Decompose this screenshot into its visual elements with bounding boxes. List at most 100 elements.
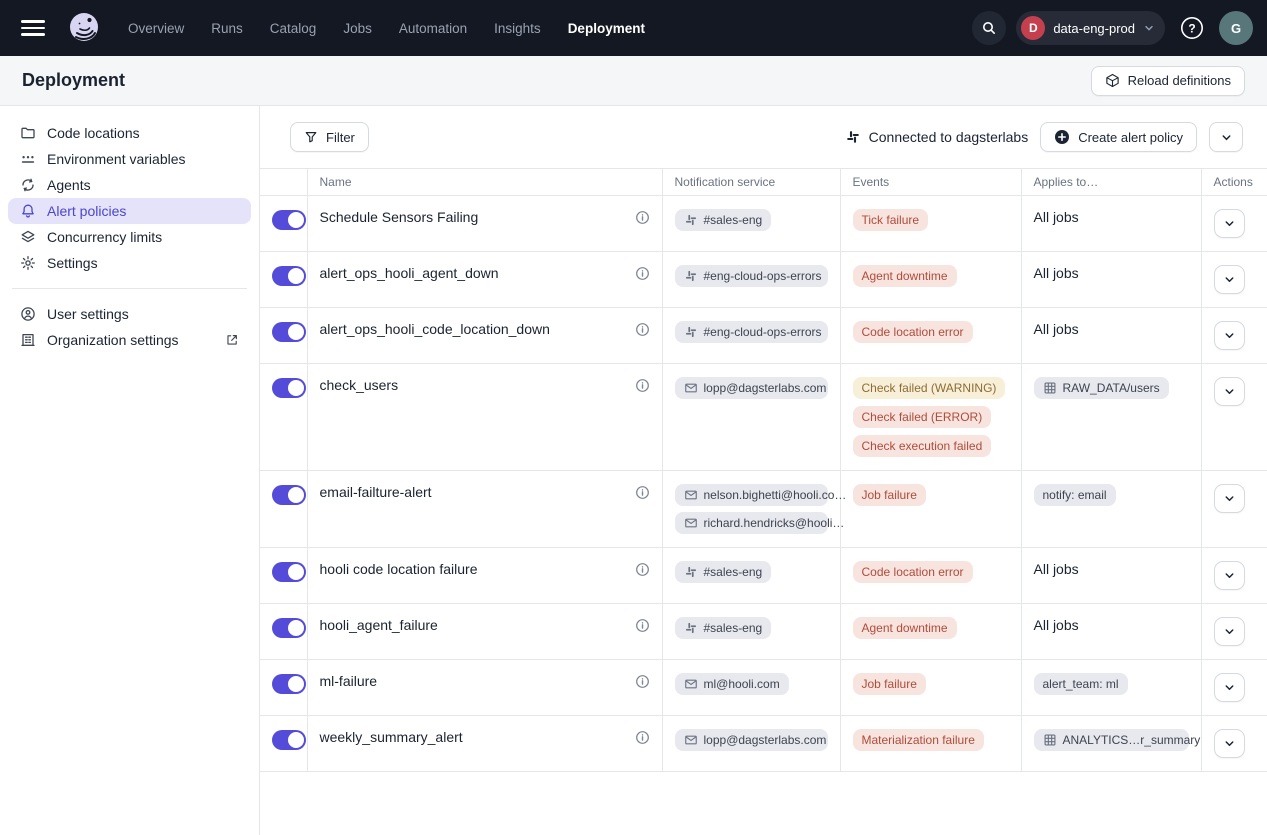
row-actions-button[interactable]: [1214, 209, 1245, 238]
policy-enabled-toggle[interactable]: [272, 674, 306, 694]
info-icon[interactable]: [635, 562, 650, 577]
help-button[interactable]: ?: [1175, 11, 1209, 45]
event-badge: Agent downtime: [853, 265, 957, 287]
nav-item-runs[interactable]: Runs: [211, 21, 243, 36]
sidebar-item-concurrency-limits[interactable]: Concurrency limits: [8, 224, 251, 250]
sidebar-item-label: Code locations: [47, 125, 140, 141]
deployment-name: data-eng-prod: [1053, 21, 1135, 36]
filter-button[interactable]: Filter: [290, 122, 369, 152]
row-actions-button[interactable]: [1214, 673, 1245, 702]
info-icon[interactable]: [635, 674, 650, 689]
policy-enabled-toggle[interactable]: [272, 322, 306, 342]
notification-label: richard.hendricks@hooli…: [704, 516, 845, 530]
user-icon: [20, 306, 36, 322]
nav-item-overview[interactable]: Overview: [128, 21, 184, 36]
info-icon[interactable]: [635, 618, 650, 633]
reload-definitions-button[interactable]: Reload definitions: [1091, 66, 1245, 96]
create-alert-policy-button[interactable]: Create alert policy: [1040, 122, 1197, 152]
policy-enabled-toggle[interactable]: [272, 210, 306, 230]
alert-policy-row: weekly_summary_alertlopp@dagsterlabs.com…: [260, 716, 1267, 772]
slack-icon: [684, 325, 698, 339]
applies-to-tag-chip: notify: email: [1034, 484, 1116, 506]
chevron-down-icon: [1223, 737, 1236, 750]
sidebar-item-settings[interactable]: Settings: [8, 250, 251, 276]
info-icon[interactable]: [635, 322, 650, 337]
folder-icon: [20, 125, 36, 141]
info-icon[interactable]: [635, 210, 650, 225]
alert-policy-row: alert_ops_hooli_code_location_down#eng-c…: [260, 308, 1267, 364]
applies-to-value: All jobs: [1034, 265, 1079, 281]
sidebar-item-label: Concurrency limits: [47, 229, 162, 245]
policy-name: alert_ops_hooli_agent_down: [320, 265, 627, 281]
chevron-down-icon: [1223, 681, 1236, 694]
sidebar-item-user-settings[interactable]: User settings: [8, 301, 251, 327]
info-icon[interactable]: [635, 378, 650, 393]
policy-enabled-toggle[interactable]: [272, 485, 306, 505]
row-actions-button[interactable]: [1214, 617, 1245, 646]
row-actions-button[interactable]: [1214, 484, 1245, 513]
alert-policy-row: alert_ops_hooli_agent_down#eng-cloud-ops…: [260, 252, 1267, 308]
row-actions-button[interactable]: [1214, 377, 1245, 406]
chevron-down-icon: [1223, 217, 1236, 230]
help-icon: ?: [1179, 15, 1205, 41]
policy-enabled-toggle[interactable]: [272, 618, 306, 638]
alert-policy-row: check_userslopp@dagsterlabs.comCheck fai…: [260, 364, 1267, 471]
sidebar-item-organization-settings[interactable]: Organization settings: [8, 327, 251, 353]
nav-item-catalog[interactable]: Catalog: [270, 21, 317, 36]
more-actions-button[interactable]: [1209, 122, 1243, 152]
grid-icon: [1043, 733, 1057, 747]
policy-name: email-failture-alert: [320, 484, 627, 500]
sidebar-item-code-locations[interactable]: Code locations: [8, 120, 251, 146]
event-badge: Check execution failed: [853, 435, 992, 457]
notification-slack-chip: #sales-eng: [675, 617, 772, 639]
info-icon[interactable]: [635, 730, 650, 745]
applies-to-value: All jobs: [1034, 561, 1079, 577]
nav-item-insights[interactable]: Insights: [494, 21, 541, 36]
notification-slack-chip: #eng-cloud-ops-errors: [675, 321, 828, 343]
row-actions-button[interactable]: [1214, 561, 1245, 590]
sidebar-item-environment-variables[interactable]: Environment variables: [8, 146, 251, 172]
row-actions-button[interactable]: [1214, 265, 1245, 294]
nav-item-jobs[interactable]: Jobs: [343, 21, 372, 36]
sidebar-item-alert-policies[interactable]: Alert policies: [8, 198, 251, 224]
policy-name: hooli_agent_failure: [320, 617, 627, 633]
main-panel: Filter Connected to dagsterlabs Create a…: [260, 106, 1267, 835]
deployment-switcher[interactable]: D data-eng-prod: [1016, 11, 1165, 45]
notification-label: lopp@dagsterlabs.com: [704, 381, 827, 395]
search-icon: [981, 20, 997, 36]
applies-to-value: All jobs: [1034, 617, 1079, 633]
funnel-icon: [304, 130, 318, 144]
slack-icon: [845, 129, 861, 145]
policy-enabled-toggle[interactable]: [272, 266, 306, 286]
nav-item-deployment[interactable]: Deployment: [568, 21, 645, 36]
policy-enabled-toggle[interactable]: [272, 562, 306, 582]
table-header-row: NameNotification serviceEventsApplies to…: [260, 169, 1267, 196]
top-bar: Overview Runs Catalog Jobs Automation Insight…: [0, 0, 1267, 56]
row-actions-button[interactable]: [1214, 729, 1245, 758]
event-badge: Code location error: [853, 561, 973, 583]
hamburger-menu-button[interactable]: [14, 9, 52, 47]
applies-to-value: All jobs: [1034, 321, 1079, 337]
sidebar-item-label: Alert policies: [47, 203, 126, 219]
event-badge: Job failure: [853, 484, 926, 506]
notification-label: #sales-eng: [704, 565, 763, 579]
layers-icon: [20, 229, 36, 245]
email-icon: [684, 488, 698, 502]
user-avatar[interactable]: G: [1219, 11, 1253, 45]
policy-enabled-toggle[interactable]: [272, 730, 306, 750]
info-icon[interactable]: [635, 266, 650, 281]
info-icon[interactable]: [635, 485, 650, 500]
event-badge: Check failed (ERROR): [853, 406, 992, 428]
building-icon: [20, 332, 36, 348]
agents-sync-icon: [20, 177, 36, 193]
search-button[interactable]: [972, 11, 1006, 45]
sidebar-item-label: Agents: [47, 177, 91, 193]
env-vars-icon: [20, 151, 36, 167]
nav-item-automation[interactable]: Automation: [399, 21, 467, 36]
column-header-events: Events: [840, 169, 1021, 196]
email-icon: [684, 381, 698, 395]
policy-enabled-toggle[interactable]: [272, 378, 306, 398]
row-actions-button[interactable]: [1214, 321, 1245, 350]
sidebar-item-agents[interactable]: Agents: [8, 172, 251, 198]
applies-to-label: RAW_DATA/users: [1063, 381, 1160, 395]
